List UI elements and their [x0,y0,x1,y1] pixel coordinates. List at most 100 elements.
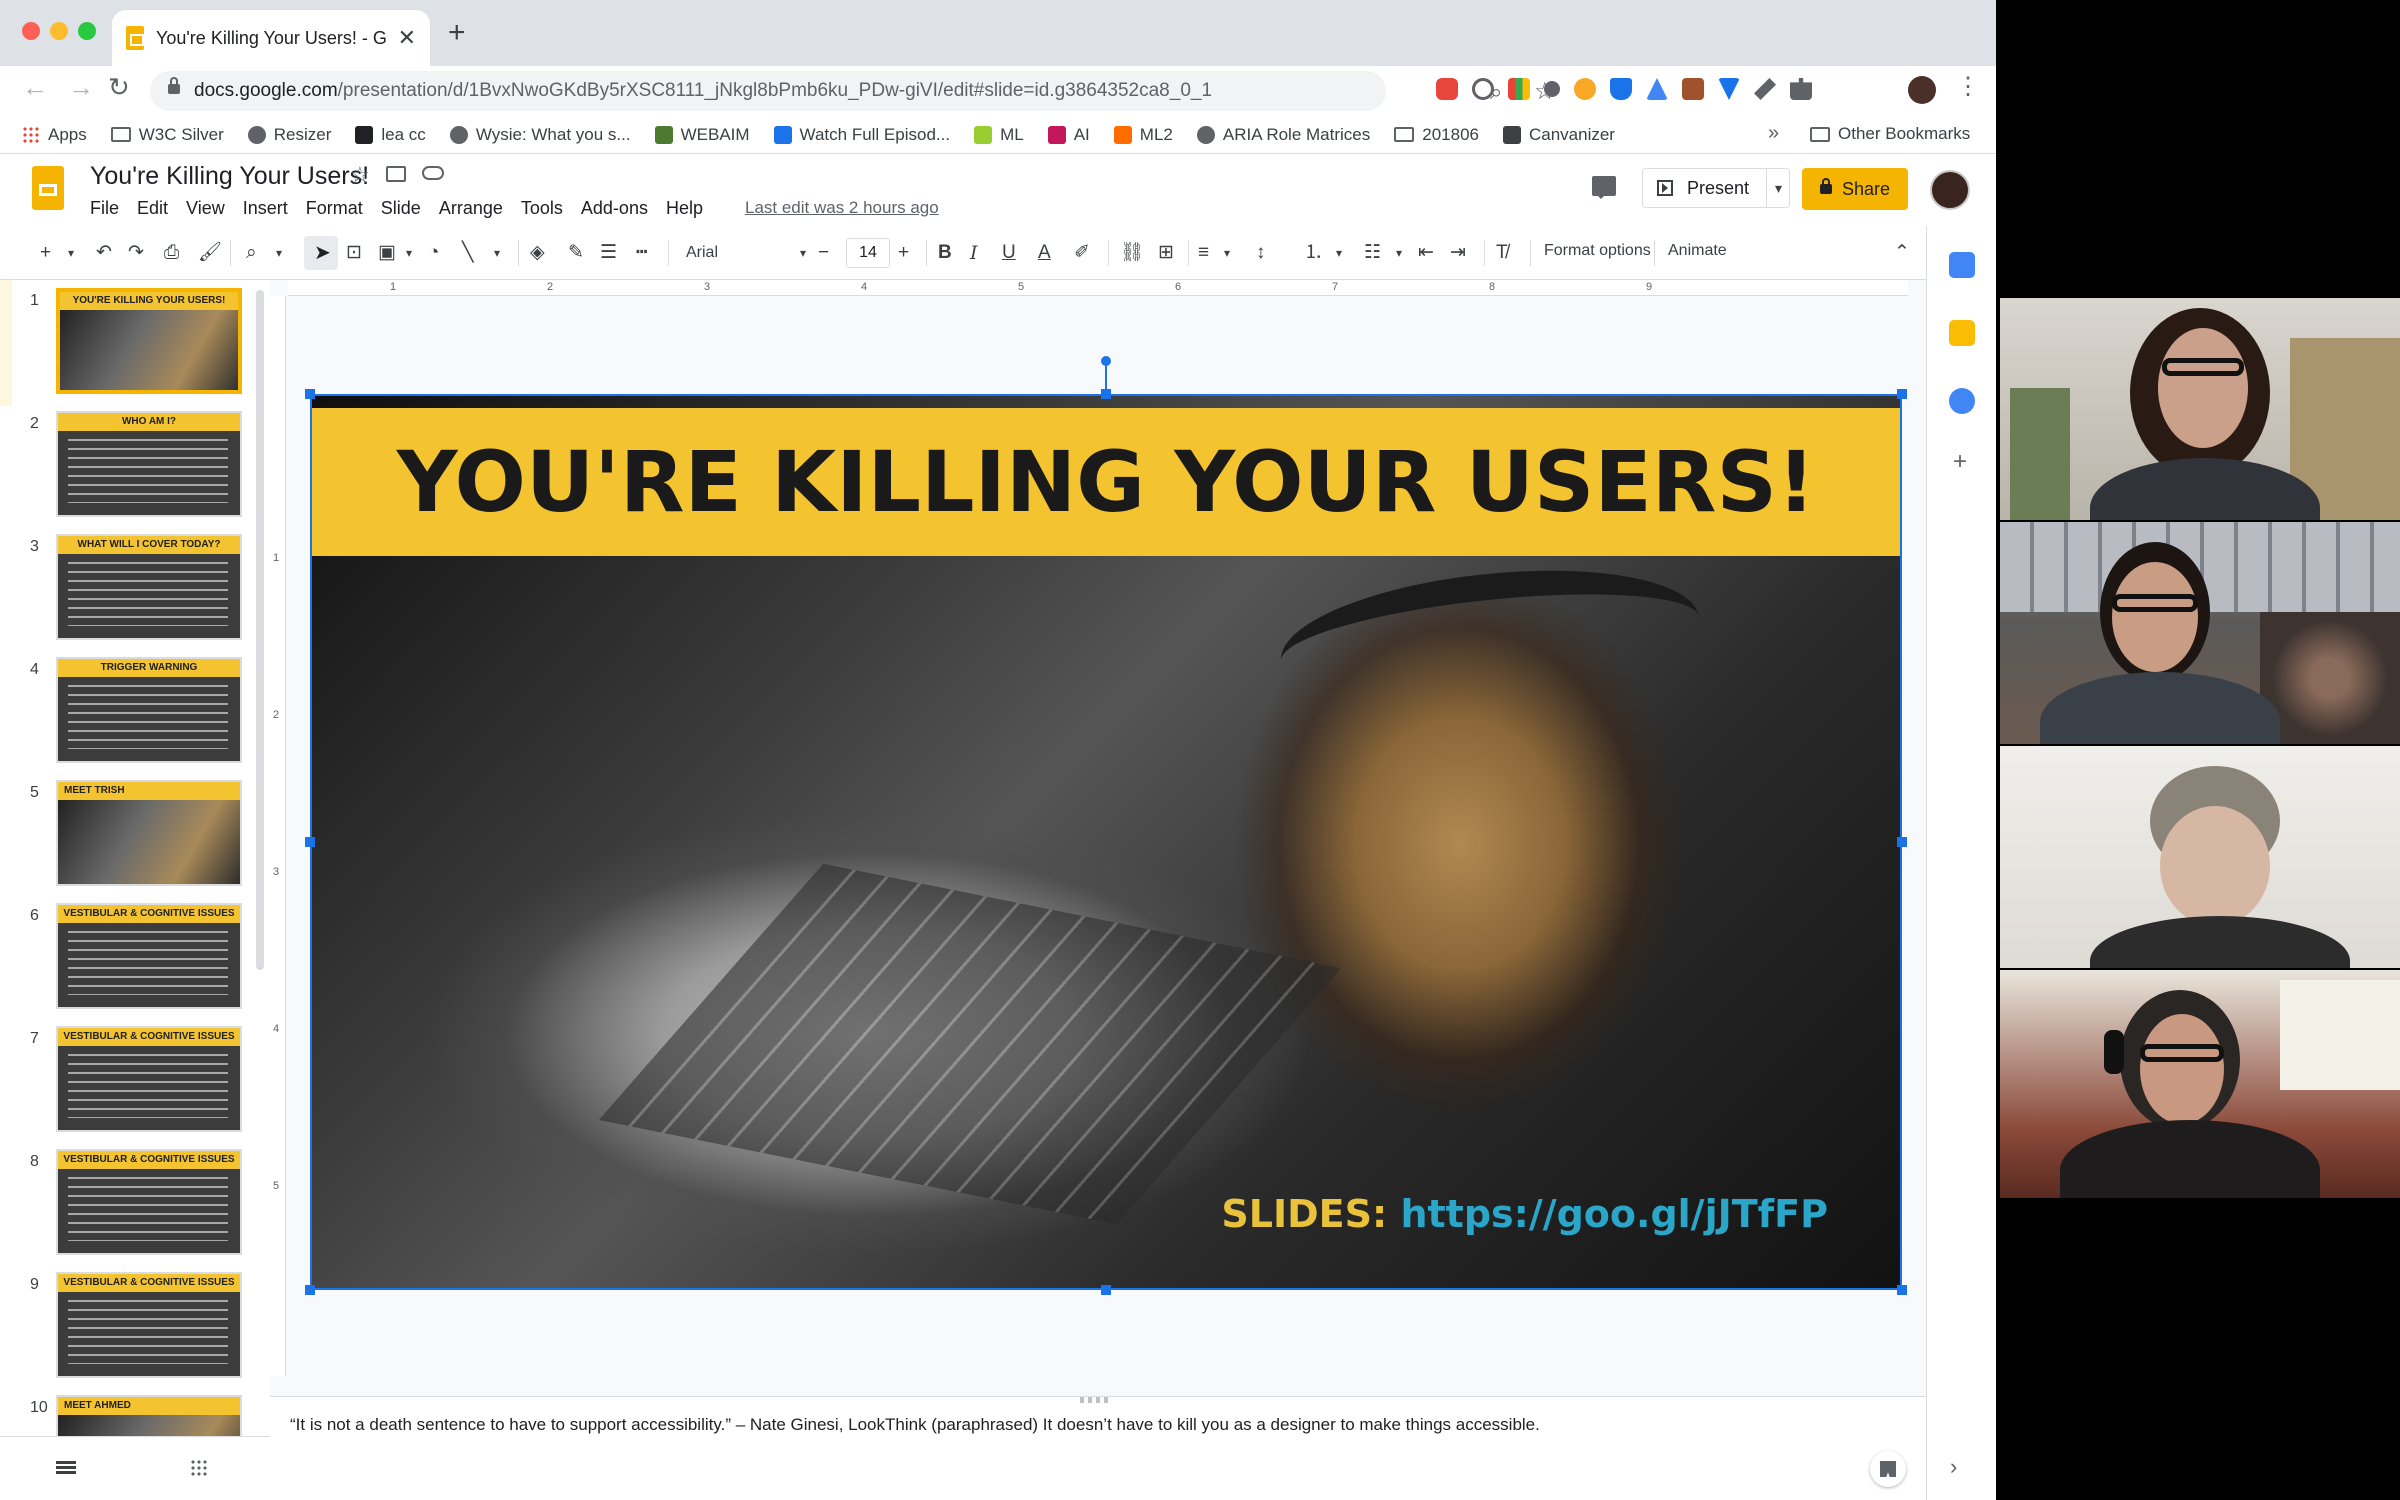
filmstrip-scrollbar[interactable] [256,290,264,970]
slide-thumbnail[interactable]: VESTIBULAR & COGNITIVE ISSUES [56,1149,242,1255]
italic-icon[interactable]: I [970,240,978,266]
align-icon[interactable]: ≡ [1198,240,1209,266]
triangle-extension-icon[interactable] [1646,78,1668,100]
decrease-font-size-icon[interactable]: − [818,240,829,266]
other-bookmarks[interactable]: Other Bookmarks [1810,124,1970,144]
pinterest-extension-icon[interactable] [1472,78,1494,100]
bookmark-2[interactable]: Resizer [247,125,331,145]
bookmark-7[interactable]: ML [974,125,1024,145]
bookmark-6[interactable]: Watch Full Episod... [773,125,950,145]
calendar-icon[interactable] [1949,252,1975,278]
resize-handle-s[interactable] [1101,1285,1111,1295]
share-button[interactable]: Share [1802,168,1908,210]
paint-format-icon[interactable]: 🖌 [198,240,222,266]
slides-logo-icon[interactable] [32,166,64,210]
menu-view[interactable]: View [186,198,225,219]
color-extension-icon[interactable] [1508,78,1530,100]
list-view-icon[interactable] [56,1461,76,1475]
menu-slide[interactable]: Slide [381,198,421,219]
bookmark-11[interactable]: 201806 [1394,125,1479,145]
doc-star-icon[interactable]: ☆ [350,162,370,188]
slide-thumbnail[interactable]: VESTIBULAR & COGNITIVE ISSUES [56,903,242,1009]
menu-arrange[interactable]: Arrange [439,198,503,219]
numbered-list-icon[interactable]: ⒈ [1304,240,1323,266]
image-dropdown-icon[interactable]: ▾ [406,240,412,266]
menu-edit[interactable]: Edit [137,198,168,219]
bookmarks-overflow-icon[interactable]: » [1768,122,1779,145]
menu-addons[interactable]: Add-ons [581,198,648,219]
puzzle-extension-icon[interactable] [1790,78,1812,100]
bookmark-0[interactable]: Apps [22,125,87,145]
redo-icon[interactable]: ↷ [128,240,144,266]
bold-icon[interactable]: B [938,240,952,266]
line-icon[interactable]: ╲ [462,240,473,266]
account-avatar[interactable] [1930,170,1970,210]
resize-handle-nw[interactable] [305,389,315,399]
animate-button[interactable]: Animate [1668,242,1727,260]
tasks-icon[interactable] [1949,388,1975,414]
circle-extension-icon[interactable] [1544,81,1560,97]
menu-format[interactable]: Format [306,198,363,219]
increase-font-size-icon[interactable]: + [898,240,909,266]
window-close-button[interactable] [22,22,40,40]
underline-icon[interactable]: U [1002,240,1016,266]
bookmark-5[interactable]: WEBAIM [654,125,750,145]
new-slide-plus-icon[interactable]: + [40,240,51,266]
highlight-icon[interactable]: ✐ [1074,240,1090,266]
bulleted-list-dropdown-icon[interactable]: ▾ [1396,240,1402,266]
window-maximize-button[interactable] [78,22,96,40]
menu-insert[interactable]: Insert [243,198,288,219]
border-dash-icon[interactable]: ┅ [636,240,647,266]
line-spacing-icon[interactable]: ↕ [1256,240,1266,266]
toolbox-extension-icon[interactable] [1682,78,1704,100]
bird-extension-icon[interactable] [1718,78,1740,100]
bookmark-4[interactable]: Wysie: What you s... [449,125,631,145]
zoom-tool-icon[interactable]: ⌕ [246,240,257,266]
add-comment-icon[interactable]: ⊞ [1158,240,1174,266]
resize-handle-se[interactable] [1897,1285,1907,1295]
font-select[interactable]: Arial ▾ [686,238,806,268]
resize-handle-w[interactable] [305,837,315,847]
menu-tools[interactable]: Tools [521,198,563,219]
collapse-toolbar-chevron-icon[interactable]: ⌃ [1894,240,1910,266]
notes-resize-handle[interactable] [1080,1397,1110,1403]
browser-menu-icon[interactable]: ⋮ [1956,72,1980,101]
clear-formatting-icon[interactable]: T̸ [1496,240,1508,266]
bookmark-9[interactable]: ML2 [1113,125,1173,145]
lastpass-extension-icon[interactable] [1436,78,1458,100]
window-minimize-button[interactable] [50,22,68,40]
comments-icon[interactable] [1592,176,1616,199]
profile-avatar[interactable] [1908,76,1936,104]
bookmark-8[interactable]: AI [1047,125,1090,145]
text-color-icon[interactable]: A [1038,240,1051,266]
explore-icon[interactable] [1870,1451,1906,1487]
grid-view-icon[interactable] [190,1459,208,1477]
slides-url-link[interactable]: https://goo.gl/jJTfFP [1400,1192,1828,1236]
add-addon-plus-icon[interactable]: + [1953,448,1967,476]
forward-arrow-icon[interactable]: → [68,72,94,103]
bookmark-10[interactable]: ARIA Role Matrices [1196,125,1370,145]
slide-thumbnail[interactable]: VESTIBULAR & COGNITIVE ISSUES [56,1272,242,1378]
format-options-button[interactable]: Format options [1544,242,1651,260]
resize-handle-e[interactable] [1897,837,1907,847]
line-dropdown-icon[interactable]: ▾ [494,240,500,266]
new-tab-plus-icon[interactable]: + [448,18,466,48]
slide-thumbnail[interactable]: MEET TRISH [56,780,242,886]
slide-thumbnail[interactable]: WHO AM I? [56,411,242,517]
decrease-indent-icon[interactable]: ⇤ [1418,240,1434,266]
zoom-dropdown-icon[interactable]: ▾ [276,240,282,266]
shield-extension-icon[interactable] [1610,78,1632,100]
fill-color-icon[interactable]: ◈ [530,240,545,266]
menu-help[interactable]: Help [666,198,703,219]
eyedropper-extension-icon[interactable] [1754,78,1776,100]
font-size-input[interactable]: 14 [846,238,890,268]
browser-tab-active[interactable]: You're Killing Your Users! - Go ✕ [112,10,430,66]
undo-icon[interactable]: ↶ [96,240,112,266]
slide-thumbnail[interactable]: VESTIBULAR & COGNITIVE ISSUES [56,1026,242,1132]
gear-extension-icon[interactable] [1574,78,1596,100]
bulleted-list-icon[interactable]: ☷ [1364,240,1381,266]
numbered-list-dropdown-icon[interactable]: ▾ [1336,240,1342,266]
border-weight-icon[interactable]: ☰ [600,240,617,266]
slide-thumbnail[interactable]: TRIGGER WARNING [56,657,242,763]
select-tool-button[interactable]: ➤ [304,236,338,270]
